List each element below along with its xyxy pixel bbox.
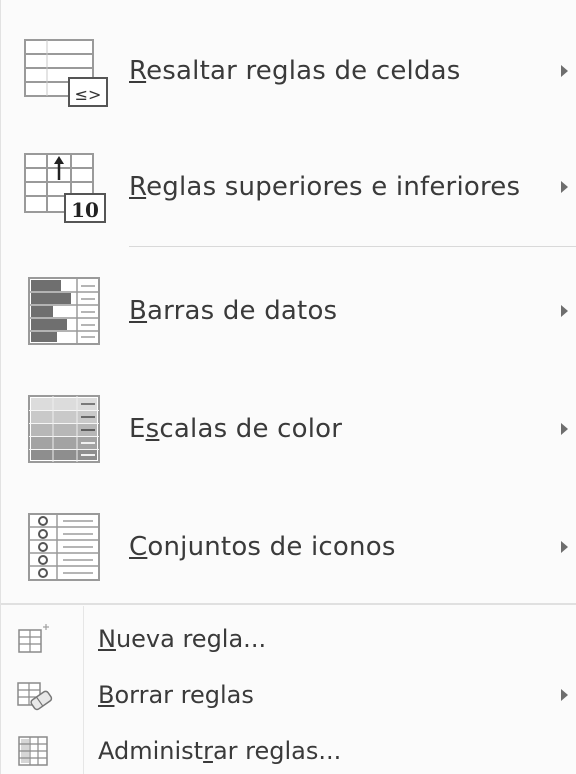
clear-rules-icon <box>15 678 55 712</box>
menu-item-clear-rules[interactable]: Borrar reglas <box>1 673 576 717</box>
submenu-arrow-icon <box>561 65 568 77</box>
menu-item-label: Nueva regla... <box>98 625 267 653</box>
color-scales-icon <box>23 392 109 466</box>
menu-item-label: Administrar reglas... <box>98 737 342 765</box>
data-bars-icon <box>23 274 109 348</box>
menu-item-label: Conjuntos de iconos <box>129 532 396 562</box>
menu-item-label: Borrar reglas <box>98 681 254 709</box>
menu-item-top-bottom-rules[interactable]: 10 Reglas superiores e inferiores <box>1 128 576 246</box>
top-bottom-icon-number: 10 <box>71 198 99 222</box>
menu-item-data-bars[interactable]: Barras de datos <box>1 252 576 370</box>
menu-item-label: Reglas superiores e inferiores <box>129 172 521 202</box>
submenu-arrow-icon <box>561 181 568 193</box>
menu-item-label: Resaltar reglas de celdas <box>129 56 461 86</box>
submenu-arrow-icon <box>561 689 568 701</box>
submenu-arrow-icon <box>561 423 568 435</box>
menu-separator <box>129 246 576 247</box>
submenu-arrow-icon <box>561 541 568 553</box>
top-bottom-rules-icon: 10 <box>23 150 109 224</box>
conditional-formatting-menu: ≤> Resaltar reglas de celdas 10 Reglas s… <box>0 0 576 774</box>
menu-item-highlight-cells-rules[interactable]: ≤> Resaltar reglas de celdas <box>1 12 576 130</box>
highlight-cells-rules-icon: ≤> <box>23 34 109 108</box>
menu-separator <box>1 603 576 605</box>
highlight-icon-symbol: ≤> <box>75 85 102 104</box>
menu-item-icon-sets[interactable]: Conjuntos de iconos <box>1 488 576 606</box>
menu-item-label: Barras de datos <box>129 296 338 326</box>
menu-item-new-rule[interactable]: Nueva regla... <box>1 617 576 661</box>
submenu-arrow-icon <box>561 305 568 317</box>
new-rule-icon <box>15 622 55 656</box>
manage-rules-icon <box>15 734 55 768</box>
icon-sets-icon <box>23 510 109 584</box>
menu-item-color-scales[interactable]: Escalas de color <box>1 370 576 488</box>
menu-item-label: Escalas de color <box>129 414 343 444</box>
menu-item-manage-rules[interactable]: Administrar reglas... <box>1 729 576 773</box>
